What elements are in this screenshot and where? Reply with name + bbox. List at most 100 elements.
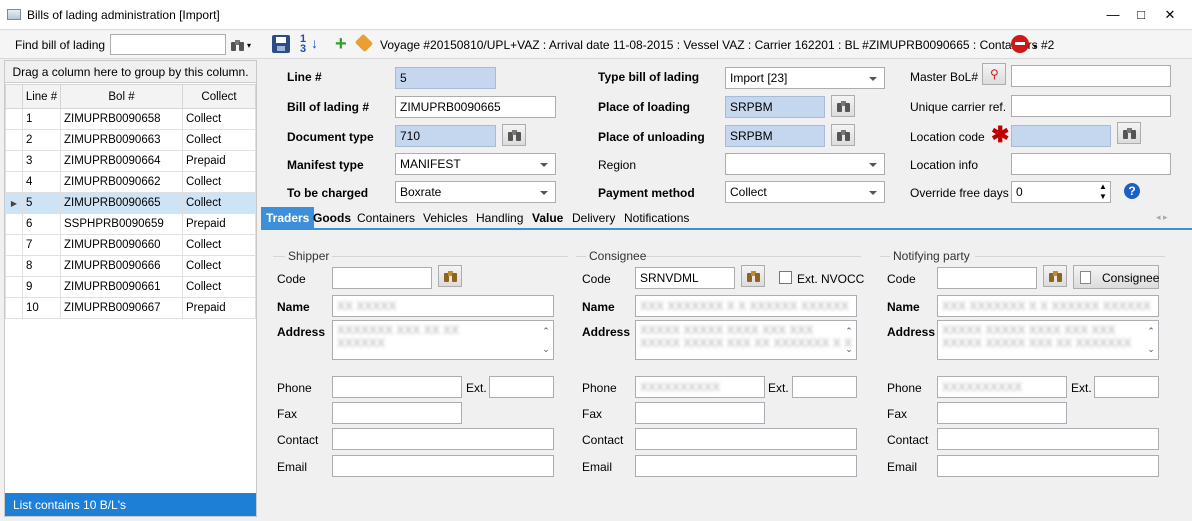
notify-contact-field[interactable] [937, 428, 1159, 450]
payment-method-select[interactable]: Collect [725, 181, 885, 203]
cell-collect[interactable]: Prepaid [182, 150, 256, 172]
shipper-code-field[interactable] [332, 267, 432, 289]
tab-goods[interactable]: Goods [313, 211, 351, 225]
to-be-charged-select[interactable]: Boxrate [395, 181, 556, 203]
minimize-button[interactable]: — [1103, 6, 1123, 24]
place-of-unloading-field[interactable]: SRPBM [725, 125, 825, 147]
consignee-email-field[interactable] [635, 455, 857, 477]
notify-phone-field[interactable]: XXXXXXXXXX [937, 376, 1067, 398]
cell-collect[interactable]: Collect [182, 129, 256, 151]
notify-email-field[interactable] [937, 455, 1159, 477]
help-icon[interactable]: ? [1124, 183, 1140, 199]
scroll-up-icon[interactable]: ⌃ [843, 325, 855, 338]
consignee-code-field[interactable]: SRNVDML [635, 267, 735, 289]
table-row[interactable]: ▶ 5 ZIMUPRB0090665 Collect [5, 192, 256, 214]
cell-bol[interactable]: ZIMUPRB0090658 [60, 108, 183, 130]
shipper-contact-field[interactable] [332, 428, 554, 450]
tab-scroll-arrows-icon[interactable]: ◂ ▸ [1156, 212, 1168, 223]
table-row[interactable]: 4 ZIMUPRB0090662 Collect [5, 171, 256, 193]
cell-bol[interactable]: SSPHPRB0090659 [60, 213, 183, 235]
scroll-down-icon[interactable]: ⌄ [843, 343, 855, 356]
cell-bol[interactable]: ZIMUPRB0090663 [60, 129, 183, 151]
shipper-address-field[interactable]: XXXXXXX XXX XX XX XXXXXX ⌃ ⌄ [332, 320, 554, 360]
cell-line[interactable]: 9 [22, 276, 61, 298]
table-row[interactable]: 9 ZIMUPRB0090661 Collect [5, 276, 256, 298]
consignee-fax-field[interactable] [635, 402, 765, 424]
place-of-unloading-search-button[interactable] [831, 124, 855, 146]
table-row[interactable]: 10 ZIMUPRB0090667 Prepaid [5, 297, 256, 319]
notify-lookup-button[interactable] [1043, 265, 1067, 287]
shipper-phone-field[interactable] [332, 376, 462, 398]
shipper-ext-field[interactable] [489, 376, 554, 398]
document-type-field[interactable]: 710 [395, 125, 496, 147]
table-row[interactable]: 8 ZIMUPRB0090666 Collect [5, 255, 256, 277]
cell-line[interactable]: 2 [22, 129, 61, 151]
consignee-phone-field[interactable]: XXXXXXXXXX [635, 376, 765, 398]
document-type-search-button[interactable] [502, 124, 526, 146]
find-binoculars-icon[interactable]: ▾ [226, 35, 256, 55]
manifest-type-select[interactable]: MANIFEST [395, 153, 556, 175]
override-free-days-spinner[interactable]: 0 [1011, 181, 1111, 203]
tab-containers[interactable]: Containers [357, 211, 415, 225]
cell-bol[interactable]: ZIMUPRB0090664 [60, 150, 183, 172]
consignee-lookup-button[interactable] [741, 265, 765, 287]
shipper-email-field[interactable] [332, 455, 554, 477]
cell-collect[interactable]: Collect [182, 255, 256, 277]
cell-collect[interactable]: Prepaid [182, 213, 256, 235]
cell-collect[interactable]: Collect [182, 171, 256, 193]
cell-bol[interactable]: ZIMUPRB0090666 [60, 255, 183, 277]
notify-ext-field[interactable] [1094, 376, 1159, 398]
copy-consignee-button[interactable]: Consignee [1073, 265, 1159, 289]
location-code-search-button[interactable] [1117, 122, 1141, 144]
type-bol-select[interactable]: Import [23] [725, 67, 885, 89]
column-header-bol[interactable]: Bol # [60, 84, 183, 109]
delete-dropdown-icon[interactable]: ▾ [1033, 42, 1037, 51]
cell-bol[interactable]: ZIMUPRB0090662 [60, 171, 183, 193]
tab-traders[interactable]: Traders [261, 207, 315, 230]
table-row[interactable]: 6 SSPHPRB0090659 Prepaid [5, 213, 256, 235]
location-info-field[interactable] [1011, 153, 1171, 175]
cell-line[interactable]: 4 [22, 171, 61, 193]
scroll-down-icon[interactable]: ⌄ [1145, 343, 1157, 356]
cell-bol[interactable]: ZIMUPRB0090660 [60, 234, 183, 256]
cell-line[interactable]: 3 [22, 150, 61, 172]
master-bol-pin-button[interactable]: ⚲ [982, 63, 1006, 85]
shipper-lookup-button[interactable] [438, 265, 462, 287]
column-header-line[interactable]: Line # [22, 84, 61, 109]
tab-notifications[interactable]: Notifications [624, 211, 689, 225]
scroll-up-icon[interactable]: ⌃ [1145, 325, 1157, 338]
spinner-arrows-icon[interactable]: ▲ ▼ [1099, 182, 1107, 202]
shipper-fax-field[interactable] [332, 402, 462, 424]
cell-collect[interactable]: Collect [182, 276, 256, 298]
tag-icon[interactable] [354, 33, 374, 53]
shipper-name-field[interactable]: XX XXXXX [332, 295, 554, 317]
ext-nvocc-checkbox[interactable] [779, 271, 792, 284]
consignee-contact-field[interactable] [635, 428, 857, 450]
cell-collect[interactable]: Collect [182, 234, 256, 256]
line-number-field[interactable]: 5 [395, 67, 496, 89]
scroll-up-icon[interactable]: ⌃ [540, 325, 552, 338]
cell-line[interactable]: 10 [22, 297, 61, 319]
cell-collect[interactable]: Collect [182, 192, 256, 214]
notify-fax-field[interactable] [937, 402, 1067, 424]
delete-icon[interactable] [1011, 35, 1029, 53]
maximize-button[interactable]: □ [1131, 6, 1151, 24]
location-code-field[interactable] [1011, 125, 1111, 147]
cell-collect[interactable]: Collect [182, 108, 256, 130]
cell-bol[interactable]: ZIMUPRB0090667 [60, 297, 183, 319]
notify-address-field[interactable]: XXXXX XXXXX XXXX XXX XXX XXXXX XXXXX XXX… [937, 320, 1159, 360]
cell-bol[interactable]: ZIMUPRB0090665 [60, 192, 183, 214]
master-bol-field[interactable] [1011, 65, 1171, 87]
place-of-loading-field[interactable]: SRPBM [725, 96, 825, 118]
column-header-collect[interactable]: Collect [182, 84, 256, 109]
table-row[interactable]: 7 ZIMUPRB0090660 Collect [5, 234, 256, 256]
place-of-loading-search-button[interactable] [831, 95, 855, 117]
table-row[interactable]: 3 ZIMUPRB0090664 Prepaid [5, 150, 256, 172]
close-button[interactable]: ✕ [1160, 6, 1180, 24]
table-row[interactable]: 2 ZIMUPRB0090663 Collect [5, 129, 256, 151]
cell-line[interactable]: 6 [22, 213, 61, 235]
find-bol-input[interactable] [110, 34, 226, 55]
scroll-down-icon[interactable]: ⌄ [540, 343, 552, 356]
table-row[interactable]: 1 ZIMUPRB0090658 Collect [5, 108, 256, 130]
cell-collect[interactable]: Prepaid [182, 297, 256, 319]
